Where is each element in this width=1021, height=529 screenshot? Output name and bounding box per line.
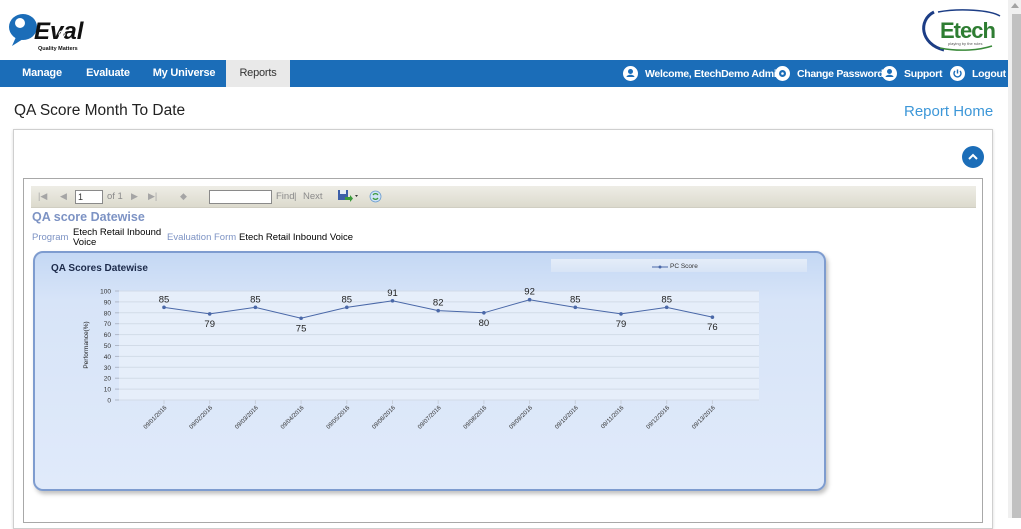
data-label: 85 <box>159 294 170 305</box>
data-label: 85 <box>570 294 581 305</box>
scroll-up-arrow-icon[interactable] <box>1011 3 1019 8</box>
y-tick-label: 70 <box>104 321 112 328</box>
y-tick-label: 100 <box>100 289 111 296</box>
x-tick-label: 09/07/2016 <box>417 405 443 431</box>
data-point <box>619 312 623 316</box>
data-label: 75 <box>296 323 307 334</box>
x-tick-label: 09/08/2016 <box>463 405 489 431</box>
data-point <box>299 316 303 321</box>
data-point <box>664 305 669 310</box>
page: Eval Quality Matters Etech playing by th… <box>0 0 1008 529</box>
data-point <box>710 315 715 319</box>
data-point <box>527 297 532 302</box>
data-point <box>436 308 441 313</box>
data-label: 82 <box>433 298 444 309</box>
data-point <box>207 312 212 316</box>
x-tick-label: 09/10/2016 <box>554 405 580 431</box>
y-tick-label: 50 <box>104 343 112 350</box>
y-tick-label: 90 <box>104 299 112 306</box>
data-point <box>345 305 349 310</box>
data-point <box>390 299 395 303</box>
data-label: 91 <box>387 288 398 299</box>
y-axis-label: Performance(%) <box>83 321 90 368</box>
data-label: 85 <box>661 294 672 305</box>
y-tick-label: 60 <box>104 332 112 339</box>
data-point <box>162 305 166 310</box>
y-tick-label: 10 <box>104 387 112 394</box>
x-tick-label: 09/13/2016 <box>691 405 717 431</box>
x-tick-label: 09/01/2016 <box>143 405 169 431</box>
scrollbar-thumb[interactable] <box>1012 14 1021 518</box>
x-tick-label: 09/11/2016 <box>600 405 626 431</box>
x-tick-label: 09/09/2016 <box>509 405 535 431</box>
data-label: 79 <box>616 319 627 330</box>
y-tick-label: 40 <box>104 354 112 361</box>
data-label: 76 <box>707 322 718 333</box>
x-tick-label: 09/03/2016 <box>234 405 260 431</box>
x-tick-label: 09/04/2016 <box>280 405 306 431</box>
data-label: 85 <box>250 294 261 305</box>
data-point <box>253 305 258 310</box>
y-tick-label: 20 <box>104 376 112 383</box>
y-tick-label: 0 <box>107 398 111 405</box>
x-tick-label: 09/02/2016 <box>189 405 215 431</box>
data-label: 79 <box>204 319 215 330</box>
x-tick-label: 09/05/2016 <box>326 405 352 431</box>
data-label: 92 <box>524 287 535 298</box>
data-point <box>573 305 578 310</box>
y-tick-label: 30 <box>104 365 112 372</box>
x-tick-label: 09/06/2016 <box>371 405 397 431</box>
line-chart: 0 10 20 30 40 50 60 70 80 90 100 Performance(%) 09/0… <box>83 287 759 431</box>
x-tick-label: 09/12/2016 <box>646 405 672 431</box>
data-point <box>482 311 486 315</box>
y-tick-label: 80 <box>104 310 112 317</box>
data-label: 85 <box>342 294 353 305</box>
data-label: 80 <box>479 318 490 329</box>
